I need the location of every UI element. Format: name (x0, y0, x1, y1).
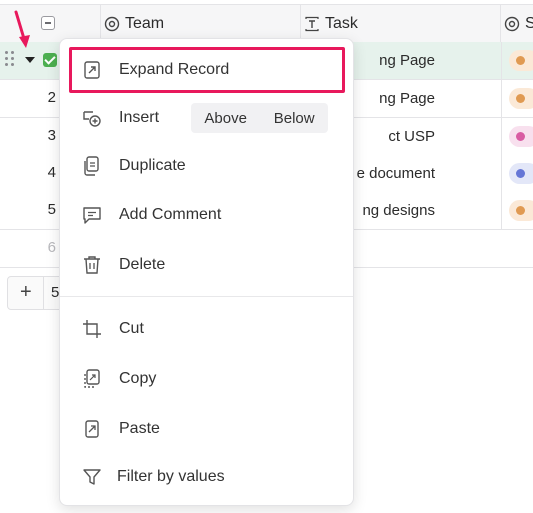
expand-icon (84, 61, 100, 79)
row-checkbox[interactable] (43, 53, 57, 67)
menu-item-label: Duplicate (119, 157, 186, 174)
status-pill (509, 50, 533, 71)
add-row-bar: + 5 (7, 276, 67, 310)
column-header-label: Task (325, 14, 358, 32)
task-text: ng Page (379, 90, 435, 107)
column-header-status[interactable]: S (501, 5, 533, 42)
annotation-arrow-icon (14, 10, 30, 48)
row-number: 3 (47, 127, 56, 144)
radio-circle-icon (504, 16, 520, 31)
column-header-label: S (525, 14, 533, 32)
paste-icon (85, 420, 99, 438)
insert-below-button[interactable]: Below (274, 110, 315, 127)
filter-icon (83, 469, 101, 485)
insert-position-options: Above Below (191, 103, 328, 133)
menu-item-copy[interactable]: Copy (69, 357, 345, 401)
crop-cut-icon (83, 320, 101, 338)
status-cell[interactable] (501, 155, 533, 192)
drag-handle-icon[interactable] (5, 51, 17, 67)
menu-item-duplicate[interactable]: Duplicate (69, 144, 345, 188)
task-text: ng Page (379, 52, 435, 69)
menu-item-label: Delete (119, 256, 166, 273)
row-context-menu: Expand Record Insert Above Below Duplica… (59, 38, 354, 506)
copy-icon (84, 369, 100, 388)
menu-item-filter-by-values[interactable]: Filter by values (69, 455, 345, 499)
menu-item-label: Paste (119, 420, 160, 437)
menu-item-add-comment[interactable]: Add Comment (69, 193, 345, 237)
status-cell[interactable] (501, 80, 533, 117)
status-pill (509, 126, 533, 147)
row-number: 6 (47, 239, 56, 256)
menu-item-label: Add Comment (119, 206, 222, 223)
row-number: 2 (47, 89, 56, 106)
row-number: 5 (47, 201, 56, 218)
divider (43, 277, 44, 309)
comment-icon (83, 207, 101, 224)
menu-item-label: Expand Record (119, 61, 230, 78)
menu-item-delete[interactable]: Delete (69, 243, 345, 287)
trash-icon (84, 256, 100, 274)
menu-item-label: Filter by values (117, 468, 225, 485)
add-row-button[interactable]: + (20, 281, 32, 304)
status-pill (509, 163, 533, 184)
menu-item-expand-record[interactable]: Expand Record (69, 47, 345, 93)
radio-circle-icon (104, 16, 120, 31)
task-text: ng designs (362, 202, 435, 219)
task-text: ct USP (388, 128, 435, 145)
insert-row-icon (83, 111, 101, 127)
menu-item-label: Copy (119, 370, 157, 387)
status-cell[interactable] (501, 192, 533, 229)
task-text: e document (356, 165, 435, 182)
menu-item-paste[interactable]: Paste (69, 407, 345, 451)
menu-item-label: Cut (119, 320, 144, 337)
insert-above-button[interactable]: Above (204, 110, 247, 127)
menu-item-label: Insert (119, 109, 160, 126)
status-pill (509, 200, 533, 221)
column-header-team[interactable]: Team (101, 5, 301, 42)
menu-divider (60, 296, 353, 297)
chevron-down-icon[interactable] (25, 57, 35, 63)
status-cell[interactable] (501, 118, 533, 155)
text-field-icon (305, 16, 319, 31)
status-pill (509, 88, 533, 109)
status-cell[interactable] (501, 42, 533, 79)
row-number: 4 (47, 164, 56, 181)
column-header-task[interactable]: Task (301, 5, 501, 42)
column-header-label: Team (125, 14, 165, 32)
menu-item-cut[interactable]: Cut (69, 307, 345, 351)
duplicate-icon (84, 156, 99, 176)
